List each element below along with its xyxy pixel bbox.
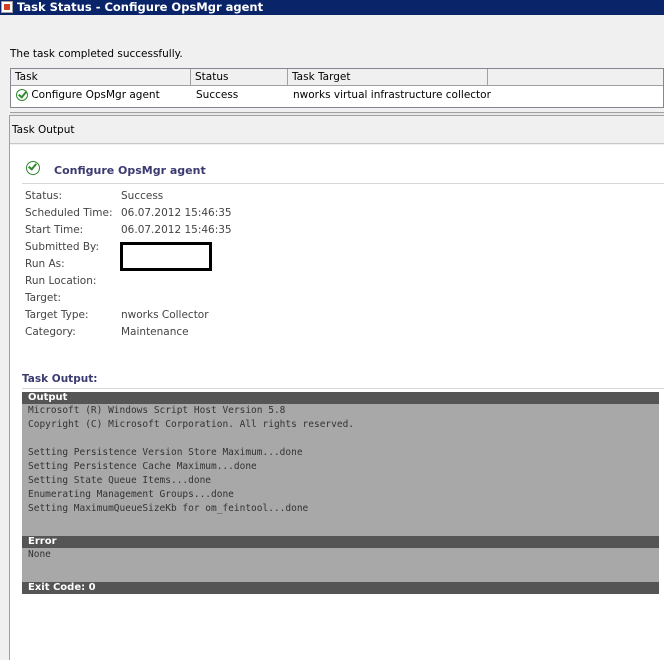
field-value-status: Success — [121, 190, 164, 202]
task-output-header-label: Task Output — [12, 124, 75, 136]
field-label-submitted-by: Submitted By: — [25, 241, 100, 253]
field-label-start-time: Start Time: — [25, 224, 84, 236]
divider — [22, 183, 664, 184]
task-grid: Task Status Task Target Configure OpsMgr… — [10, 68, 664, 108]
field-value-start-time: 06.07.2012 15:46:35 — [121, 224, 232, 236]
window-title: Task Status - Configure OpsMgr agent — [17, 0, 264, 14]
completion-message: The task completed successfully. — [10, 48, 183, 60]
task-output-header: Task Output — [10, 117, 664, 144]
window-titlebar: Task Status - Configure OpsMgr agent — [0, 0, 664, 15]
field-label-status: Status: — [25, 190, 62, 202]
error-text: None — [28, 549, 51, 560]
success-check-icon — [16, 89, 28, 101]
field-label-scheduled-time: Scheduled Time: — [25, 207, 113, 219]
exit-code-bar: Exit Code: 0 — [22, 582, 659, 594]
column-header-task[interactable]: Task — [11, 69, 191, 85]
task-app-icon — [1, 1, 13, 13]
output-header-label: Output — [28, 392, 68, 403]
task-output-label: Task Output: — [22, 373, 98, 385]
row-target-cell: nworks virtual infrastructure collector — [293, 89, 491, 101]
field-label-target-type: Target Type: — [25, 309, 89, 321]
output-line: Microsoft (R) Windows Script Host Versio… — [28, 405, 286, 416]
error-header-label: Error — [28, 536, 57, 547]
field-label-category: Category: — [25, 326, 76, 338]
output-line: Setting Persistence Version Store Maximu… — [28, 447, 303, 458]
task-detail-title: Configure OpsMgr agent — [54, 164, 206, 177]
output-line: Copyright (C) Microsoft Corporation. All… — [28, 419, 355, 430]
divider — [22, 388, 664, 389]
row-status-cell: Success — [196, 89, 239, 101]
column-header-task-target[interactable]: Task Target — [288, 69, 488, 85]
row-task-cell: Configure OpsMgr agent — [16, 86, 160, 105]
column-header-status[interactable]: Status — [191, 69, 288, 85]
field-label-target: Target: — [25, 292, 62, 304]
field-value-category: Maintenance — [121, 326, 189, 338]
output-panel-header: Output — [22, 392, 659, 404]
output-line: Setting State Queue Items...done — [28, 475, 212, 486]
output-line: Setting MaximumQueueSizeKb for om_feinto… — [28, 503, 309, 514]
table-row[interactable]: Configure OpsMgr agent Success nworks vi… — [11, 86, 663, 105]
row-task-name: Configure OpsMgr agent — [31, 89, 160, 101]
field-value-target-type: nworks Collector — [121, 309, 209, 321]
success-check-icon — [26, 161, 40, 175]
field-label-run-location: Run Location: — [25, 275, 97, 287]
redaction-box — [120, 242, 212, 271]
error-panel-header: Error — [22, 536, 659, 548]
exit-code-label: Exit Code: 0 — [28, 582, 96, 593]
field-value-scheduled-time: 06.07.2012 15:46:35 — [121, 207, 232, 219]
field-label-run-as: Run As: — [25, 258, 65, 270]
output-line: Setting Persistence Cache Maximum...done — [28, 461, 257, 472]
task-output-pane: Configure OpsMgr agent Status: Success S… — [10, 145, 664, 660]
task-grid-header: Task Status Task Target — [11, 69, 663, 86]
pane-splitter[interactable] — [10, 112, 664, 116]
output-line: Enumerating Management Groups...done — [28, 489, 234, 500]
